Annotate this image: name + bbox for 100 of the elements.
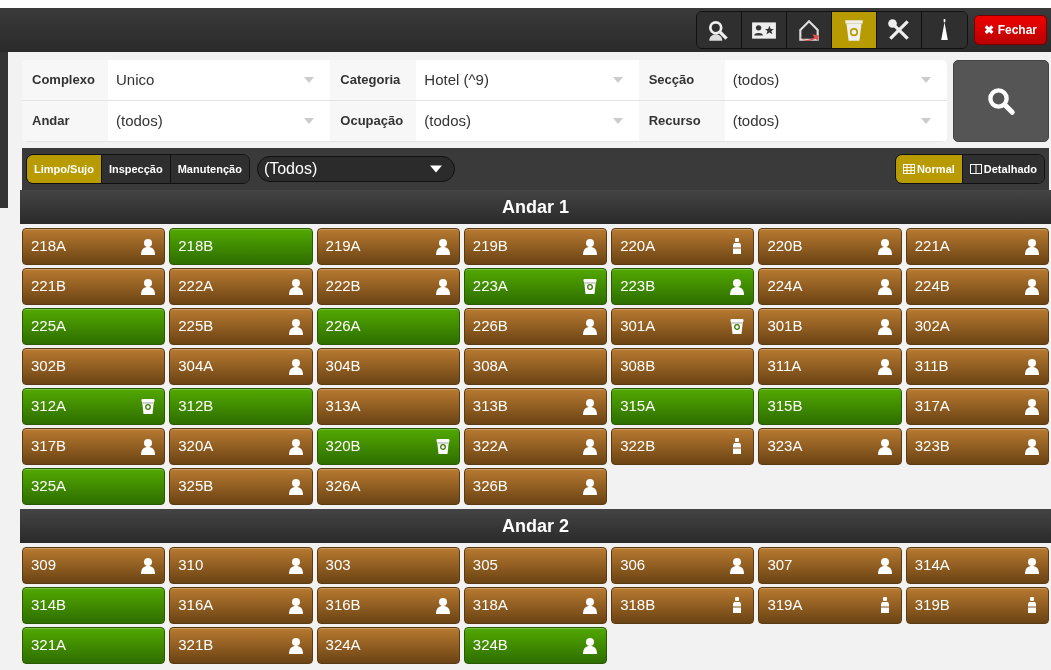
room-tile[interactable]: 310 bbox=[169, 547, 313, 584]
room-tile[interactable]: 325B bbox=[169, 468, 313, 505]
toolbar-button[interactable] bbox=[787, 12, 833, 48]
room-tile[interactable]: 221B bbox=[22, 268, 166, 305]
room-tile[interactable]: 304B bbox=[316, 348, 460, 385]
room-tile[interactable]: 226B bbox=[463, 308, 608, 345]
room-tile[interactable]: 301B bbox=[758, 308, 902, 345]
room-tile[interactable]: 323A bbox=[758, 428, 902, 465]
toolbar-button[interactable] bbox=[697, 12, 743, 48]
person-icon bbox=[1024, 397, 1040, 416]
room-tile[interactable]: 313A bbox=[316, 388, 460, 425]
filter-select[interactable]: Hotel (^9) bbox=[416, 60, 633, 100]
room-tile[interactable]: 218A bbox=[22, 228, 166, 265]
room-tile[interactable]: 311B bbox=[905, 348, 1049, 385]
room-tile[interactable]: 317A bbox=[905, 388, 1049, 425]
room-tile[interactable]: 314A bbox=[905, 547, 1049, 584]
room-tile[interactable]: 324B bbox=[463, 627, 608, 664]
room-tile[interactable]: 301A bbox=[611, 308, 755, 345]
room-tile[interactable]: 304A bbox=[169, 348, 313, 385]
room-tile[interactable]: 325A bbox=[22, 468, 166, 505]
room-tile[interactable]: 222B bbox=[316, 268, 460, 305]
filter-label: Recurso bbox=[638, 101, 725, 141]
bin-icon bbox=[434, 437, 451, 456]
room-tile[interactable]: 318A bbox=[463, 587, 608, 624]
room-tile[interactable]: 315A bbox=[611, 388, 755, 425]
room-tile[interactable]: 306 bbox=[611, 547, 755, 584]
person-icon bbox=[140, 437, 157, 456]
room-tile[interactable]: 219B bbox=[463, 228, 608, 265]
person-icon bbox=[434, 596, 451, 615]
room-tile[interactable]: 223A bbox=[463, 268, 608, 305]
person-icon bbox=[1024, 437, 1040, 456]
room-tile[interactable]: 312B bbox=[169, 388, 313, 425]
person-icon bbox=[876, 357, 893, 376]
room-tile[interactable]: 305 bbox=[463, 547, 608, 584]
toolbar-button[interactable] bbox=[877, 12, 923, 48]
room-tile[interactable]: 319A bbox=[758, 587, 902, 624]
room-tile[interactable]: 220A bbox=[611, 228, 755, 265]
room-tile[interactable]: 308B bbox=[611, 348, 755, 385]
room-tile[interactable]: 225B bbox=[169, 308, 313, 345]
filter-select[interactable]: Unico bbox=[108, 60, 325, 100]
room-tile[interactable]: 317B bbox=[22, 428, 166, 465]
mode-tab[interactable]: Inspecção bbox=[101, 154, 171, 184]
room-tile[interactable]: 316B bbox=[316, 587, 460, 624]
room-tile[interactable]: 219A bbox=[316, 228, 460, 265]
filter-label: Secção bbox=[638, 60, 725, 100]
person-icon bbox=[1024, 556, 1040, 575]
room-tile[interactable]: 313B bbox=[463, 388, 608, 425]
room-tile[interactable]: 226A bbox=[316, 308, 460, 345]
mode-tab[interactable]: Manutenção bbox=[170, 154, 249, 184]
room-tile[interactable]: 220B bbox=[758, 228, 902, 265]
filter-label: Complexo bbox=[22, 60, 108, 100]
room-tile[interactable]: 321A bbox=[22, 627, 166, 664]
status-select[interactable]: (Todos) bbox=[256, 156, 455, 182]
room-tile[interactable]: 320A bbox=[169, 428, 313, 465]
room-tile[interactable]: 314B bbox=[22, 587, 166, 624]
room-tile[interactable]: 326A bbox=[316, 468, 460, 505]
room-tile[interactable]: 308A bbox=[463, 348, 608, 385]
room-tile[interactable]: 225A bbox=[22, 308, 166, 345]
toolbar-button[interactable] bbox=[742, 12, 788, 48]
view-tab[interactable]: Detalhado bbox=[962, 154, 1044, 184]
person-icon bbox=[287, 596, 304, 615]
room-tile[interactable]: 223B bbox=[611, 268, 755, 305]
room-tile[interactable]: 309 bbox=[22, 547, 166, 584]
close-button[interactable]: ✖ Fechar bbox=[974, 15, 1047, 45]
caret-icon bbox=[612, 118, 623, 124]
person-icon bbox=[140, 277, 157, 296]
room-tile[interactable]: 321B bbox=[169, 627, 313, 664]
room-tile[interactable]: 319B bbox=[905, 587, 1049, 624]
room-tile[interactable]: 303 bbox=[316, 547, 460, 584]
room-tile[interactable]: 224B bbox=[905, 268, 1049, 305]
toolbar-button[interactable] bbox=[922, 12, 968, 48]
filter-select[interactable]: (todos) bbox=[416, 101, 633, 141]
filter-select[interactable]: (todos) bbox=[108, 101, 325, 141]
room-tile[interactable]: 326B bbox=[463, 468, 608, 505]
room-tile[interactable]: 302B bbox=[22, 348, 166, 385]
room-tile[interactable]: 218B bbox=[169, 228, 313, 265]
room-tile[interactable]: 221A bbox=[905, 228, 1049, 265]
filter-select[interactable]: (todos) bbox=[724, 101, 941, 141]
room-tile[interactable]: 323B bbox=[905, 428, 1049, 465]
filter-select[interactable]: (todos) bbox=[724, 60, 941, 100]
room-tile[interactable]: 320B bbox=[316, 428, 460, 465]
room-tile[interactable]: 324A bbox=[316, 627, 460, 664]
room-tile[interactable]: 224A bbox=[758, 268, 902, 305]
room-tile[interactable]: 318B bbox=[611, 587, 755, 624]
person-icon bbox=[434, 277, 451, 296]
toolbar-button[interactable] bbox=[832, 12, 878, 48]
room-tile[interactable]: 316A bbox=[169, 587, 313, 624]
room-tile[interactable]: 322B bbox=[611, 428, 755, 465]
person-icon bbox=[434, 237, 451, 256]
room-tile[interactable]: 312A bbox=[22, 388, 166, 425]
person-icon bbox=[287, 437, 304, 456]
room-tile[interactable]: 222A bbox=[169, 268, 313, 305]
room-tile[interactable]: 302A bbox=[905, 308, 1049, 345]
room-tile[interactable]: 307 bbox=[758, 547, 902, 584]
room-tile[interactable]: 322A bbox=[463, 428, 608, 465]
person-icon bbox=[582, 596, 599, 615]
person-icon bbox=[582, 237, 599, 256]
search-button[interactable] bbox=[953, 60, 1049, 142]
room-tile[interactable]: 315B bbox=[758, 388, 902, 425]
room-tile[interactable]: 311A bbox=[758, 348, 902, 385]
